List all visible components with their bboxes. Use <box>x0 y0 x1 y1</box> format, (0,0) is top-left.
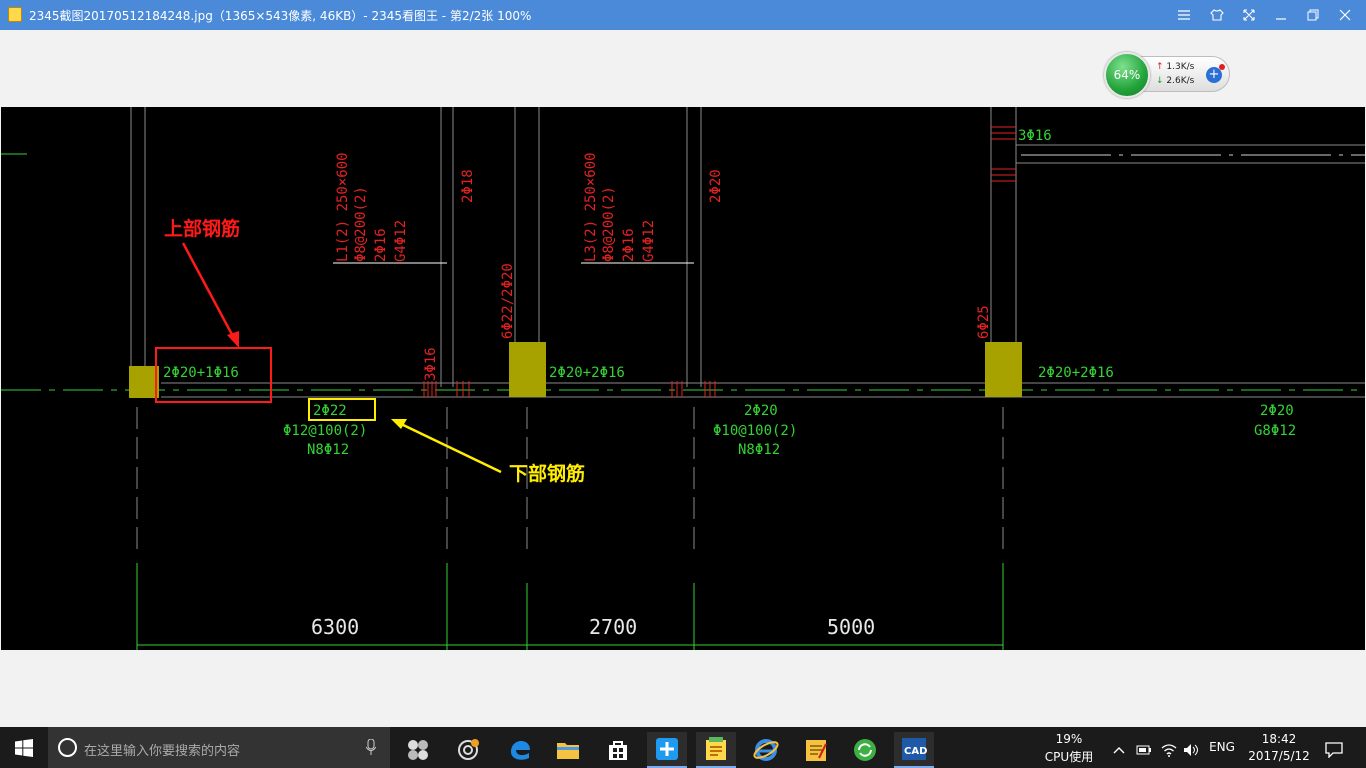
top-rebar-span3: 2Φ20+2Φ16 <box>1038 365 1114 381</box>
dimension-5000: 5000 <box>827 615 875 639</box>
notepad-icon[interactable] <box>796 732 836 768</box>
minimize-icon[interactable] <box>1269 4 1293 26</box>
search-box[interactable]: 在这里输入你要搜索的内容 <box>48 727 390 768</box>
upload-speed-value: 1.3K/s <box>1166 62 1195 72</box>
app-blue-plus-icon[interactable] <box>647 732 687 768</box>
column-label-6d22: 6Φ22/2Φ20 <box>500 263 516 339</box>
beam-L1-label-2: Φ8@200(2) <box>353 186 369 262</box>
fullscreen-icon[interactable] <box>1237 4 1261 26</box>
column-label-6d25: 6Φ25 <box>976 305 992 339</box>
cpu-usage-value: 19% <box>1055 732 1083 746</box>
download-speed: ↓ 2.6K/s <box>1156 76 1194 86</box>
cpu-usage-label: CPU使用 <box>1044 750 1094 764</box>
top-rebar-span2: 2Φ20+2Φ16 <box>549 365 625 381</box>
beam-L3-label-1: L3(2) 250×600 <box>583 152 599 262</box>
file-explorer-icon[interactable] <box>548 732 588 768</box>
clock-date[interactable]: 2017/5/12 <box>1242 749 1316 763</box>
search-placeholder: 在这里输入你要搜索的内容 <box>84 744 241 759</box>
window-title: 2345截图20170512184248.jpg（1365×543像素, 46K… <box>29 9 532 23</box>
top-rebar-right: 3Φ16 <box>1018 128 1052 144</box>
column-label-3d16: 3Φ16 <box>423 347 439 381</box>
green-refresh-icon[interactable] <box>845 732 885 768</box>
notification-center-icon[interactable] <box>1322 732 1346 768</box>
column-label-2d18: 2Φ18 <box>460 169 476 203</box>
annotation-top-rebar: 上部钢筋 <box>164 217 240 240</box>
beam-L3-label-2: Φ8@200(2) <box>601 186 617 262</box>
volume-icon[interactable] <box>1181 732 1201 768</box>
beam-L1-label-4: G4Φ12 <box>393 220 409 262</box>
internet-explorer-icon[interactable] <box>746 732 786 768</box>
network-speed-widget[interactable]: 64% ↑ 1.3K/s ↓ 2.6K/s + <box>1104 52 1230 98</box>
notification-dot-icon <box>1219 64 1225 70</box>
beam-L3-label-3: 2Φ16 <box>621 228 637 262</box>
beam-L3-label-4: G4Φ12 <box>641 220 657 262</box>
bottom-rebar-span3: 2Φ20 <box>1260 403 1294 419</box>
skin-icon[interactable] <box>1205 4 1229 26</box>
2345-image-viewer-icon[interactable] <box>696 732 736 768</box>
clock-time[interactable]: 18:42 <box>1244 732 1314 746</box>
cortana-icon <box>58 738 77 757</box>
restore-icon[interactable] <box>1301 4 1325 26</box>
beam-L1-label-3: 2Φ16 <box>373 228 389 262</box>
down-arrow-icon: ↓ <box>1156 76 1164 86</box>
cad-viewer-icon[interactable]: CAD <box>894 732 934 768</box>
stirrup-span2: Φ10@100(2) <box>713 423 797 439</box>
svg-text:CAD: CAD <box>904 746 927 757</box>
browser-swirl-icon[interactable] <box>448 732 488 768</box>
beam-L1-label-1: L1(2) 250×600 <box>335 152 351 262</box>
top-rebar-span1: 2Φ20+1Φ16 <box>163 365 239 381</box>
upload-speed: ↑ 1.3K/s <box>1156 62 1194 72</box>
taskbar: 在这里输入你要搜索的内容 CAD 19% CPU使用 ENG 18:42 201… <box>0 727 1366 768</box>
task-view-icon[interactable] <box>398 732 438 768</box>
edge-browser-icon[interactable] <box>500 732 540 768</box>
side-rebar-span1: N8Φ12 <box>307 442 349 458</box>
dimension-6300: 6300 <box>311 615 359 639</box>
dimension-2700: 2700 <box>589 615 637 639</box>
up-arrow-icon: ↑ <box>1156 62 1164 72</box>
app-logo-icon <box>8 7 22 22</box>
language-indicator[interactable]: ENG <box>1206 740 1238 754</box>
cad-drawing-image[interactable]: L1(2) 250×600 Φ8@200(2) 2Φ16 G4Φ12 L3(2)… <box>1 107 1365 650</box>
column-label-2d20: 2Φ20 <box>708 169 724 203</box>
side-rebar-span3: G8Φ12 <box>1254 423 1296 439</box>
chevron-up-icon[interactable] <box>1110 732 1128 768</box>
store-icon[interactable] <box>598 732 638 768</box>
wifi-icon[interactable] <box>1158 732 1180 768</box>
side-rebar-span2: N8Φ12 <box>738 442 780 458</box>
download-speed-value: 2.6K/s <box>1166 76 1195 86</box>
battery-icon[interactable] <box>1134 732 1154 768</box>
bottom-rebar-span1: 2Φ22 <box>313 403 347 419</box>
windows-start-icon[interactable] <box>4 730 44 766</box>
menu-icon[interactable] <box>1172 4 1196 26</box>
microphone-icon[interactable] <box>366 739 376 755</box>
title-bar: 2345截图20170512184248.jpg（1365×543像素, 46K… <box>0 0 1366 30</box>
stirrup-span1: Φ12@100(2) <box>283 423 367 439</box>
cpu-usage-ball[interactable]: 64% <box>1104 52 1150 98</box>
bottom-rebar-span2: 2Φ20 <box>744 403 778 419</box>
close-icon[interactable] <box>1333 4 1357 26</box>
annotation-bottom-rebar: 下部钢筋 <box>509 462 585 485</box>
